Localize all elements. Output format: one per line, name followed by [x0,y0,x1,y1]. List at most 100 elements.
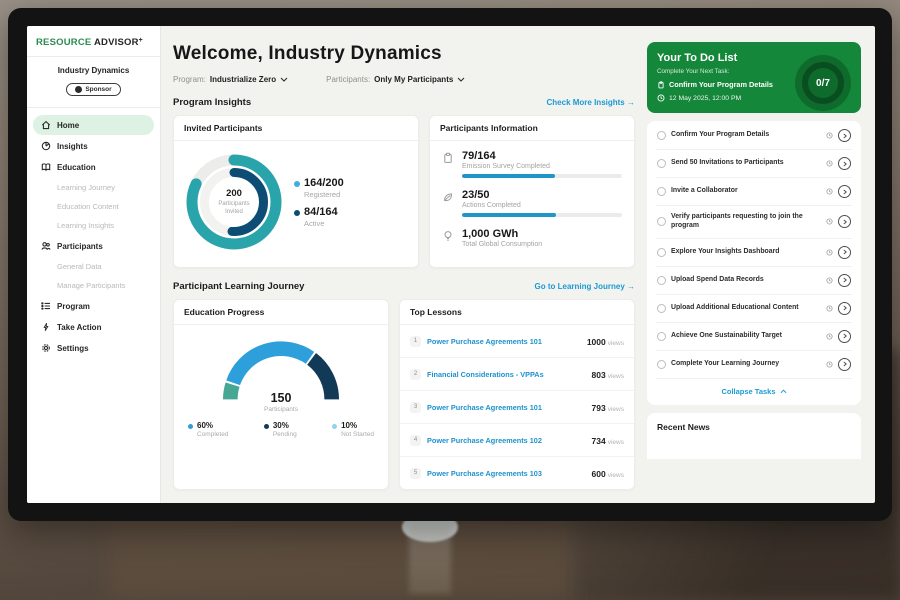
sponsor-badge[interactable]: Sponsor [66,83,120,96]
sidebar-item-take-action[interactable]: Take Action [33,317,154,337]
task-row-1[interactable]: Confirm Your Program Details [656,122,852,150]
lesson-link[interactable]: Financial Considerations - VPPAs [427,370,586,379]
collapse-tasks-link[interactable]: Collapse Tasks [656,379,852,403]
clock-icon [826,188,833,195]
clock-icon [657,94,665,102]
background-blur [110,510,570,600]
sidebar: RESOURCE ADVISOR+ Industry Dynamics Spon… [27,26,161,503]
todo-progress-value: 0/7 [802,62,844,104]
task-row-4[interactable]: Verify participants requesting to join t… [656,206,852,239]
task-open-button[interactable] [838,246,851,259]
sidebar-item-label: Participants [57,242,103,251]
lesson-row-2[interactable]: 2 Financial Considerations - VPPAs 803vi… [400,358,634,391]
stat-value: 23/50 [462,189,622,201]
lesson-row-4[interactable]: 4 Power Purchase Agreements 102 734views [400,424,634,457]
rank-badge: 2 [410,369,421,380]
recent-news-card: Recent News [647,413,861,459]
sidebar-item-education-content[interactable]: Education Content [27,197,160,216]
dashboard-screen: RESOURCE ADVISOR+ Industry Dynamics Spon… [27,26,875,503]
task-checkbox[interactable] [657,276,666,285]
legend-not-started: 10%Not Started [332,421,374,438]
task-open-button[interactable] [838,157,851,170]
program-insights-header: Program Insights Check More Insights → [173,97,635,108]
task-checkbox[interactable] [657,159,666,168]
chevron-right-icon [843,333,847,339]
filter-bar: Program: Industrialize Zero Participants… [173,75,635,84]
lesson-row-1[interactable]: 1 Power Purchase Agreements 101 1000view… [400,325,634,358]
clock-icon [826,361,833,368]
stat-value: 79/164 [462,150,622,162]
chevron-right-icon [843,189,847,195]
take-action-icon [41,322,51,332]
task-checkbox[interactable] [657,304,666,313]
gauge-legend: 60%Completed 30%Pending 10%Not Started [184,419,378,440]
sidebar-item-participants[interactable]: Participants [33,236,154,256]
sidebar-item-settings[interactable]: Settings [33,338,154,358]
pending-dot [264,424,269,429]
card-title: Top Lessons [400,300,634,325]
chevron-right-icon [843,361,847,367]
task-checkbox[interactable] [657,187,666,196]
task-checkbox[interactable] [657,360,666,369]
task-row-7[interactable]: Upload Additional Educational Content [656,295,852,323]
todo-progress-ring: 0/7 [795,55,851,111]
invited-donut-chart: 200 Participants Invited [182,150,286,254]
check-more-insights-link[interactable]: Check More Insights → [547,98,635,107]
lesson-link[interactable]: Power Purchase Agreements 101 [427,337,581,346]
task-open-button[interactable] [838,358,851,371]
sidebar-item-manage-participants[interactable]: Manage Participants [27,276,160,295]
book-icon [41,162,51,172]
sidebar-item-education[interactable]: Education [33,157,154,177]
lesson-row-5[interactable]: 5 Power Purchase Agreements 103 600views [400,457,634,489]
participants-icon [41,241,51,251]
divider [27,56,160,57]
task-checkbox[interactable] [657,217,666,226]
sidebar-item-label: Home [57,121,79,130]
task-row-5[interactable]: Explore Your Insights Dashboard [656,239,852,267]
card-title: Invited Participants [174,116,418,141]
sidebar-item-insights[interactable]: Insights [33,136,154,156]
active-dot [294,210,300,216]
task-open-button[interactable] [838,185,851,198]
progress-track [462,213,622,217]
sidebar-item-learning-insights[interactable]: Learning Insights [27,216,160,235]
card-title: Education Progress [174,300,388,325]
task-row-8[interactable]: Achieve One Sustainability Target [656,323,852,351]
participants-value: Only My Participants [374,75,453,84]
lesson-link[interactable]: Power Purchase Agreements 101 [427,403,586,412]
task-checkbox[interactable] [657,332,666,341]
task-open-button[interactable] [838,215,851,228]
sidebar-nav: Home Insights Education Learning Journey… [27,108,160,359]
task-row-2[interactable]: Send 50 Invitations to Participants [656,150,852,178]
invited-count: 200 [226,188,242,199]
clock-icon [826,249,833,256]
lesson-row-3[interactable]: 3 Power Purchase Agreements 101 793views [400,391,634,424]
task-row-6[interactable]: Upload Spend Data Records [656,267,852,295]
task-checkbox[interactable] [657,248,666,257]
sidebar-item-learning-journey[interactable]: Learning Journey [27,178,160,197]
stat-label: Actions Completed [462,202,622,209]
todo-task-list: Confirm Your Program Details Send 50 Inv… [647,121,861,405]
task-open-button[interactable] [838,274,851,287]
chevron-down-icon [457,77,465,82]
participants-dropdown[interactable]: Participants: Only My Participants [326,75,465,84]
task-open-button[interactable] [838,302,851,315]
program-dropdown[interactable]: Program: Industrialize Zero [173,75,288,84]
sidebar-item-general-data[interactable]: General Data [27,257,160,276]
sidebar-item-home[interactable]: Home [33,115,154,135]
lesson-link[interactable]: Power Purchase Agreements 102 [427,436,586,445]
sidebar-item-program[interactable]: Program [33,296,154,316]
lesson-link[interactable]: Power Purchase Agreements 103 [427,469,586,478]
clock-icon [826,218,833,225]
task-row-9[interactable]: Complete Your Learning Journey [656,351,852,379]
task-open-button[interactable] [838,129,851,142]
bulb-icon [442,230,454,242]
task-checkbox[interactable] [657,131,666,140]
task-row-3[interactable]: Invite a Collaborator [656,178,852,206]
arrow-right-icon: → [627,282,635,291]
card-title: Participants Information [430,116,634,141]
rank-badge: 3 [410,402,421,413]
task-open-button[interactable] [838,330,851,343]
registered-value: 164/200 [304,177,344,189]
go-to-learning-journey-link[interactable]: Go to Learning Journey → [535,282,635,291]
